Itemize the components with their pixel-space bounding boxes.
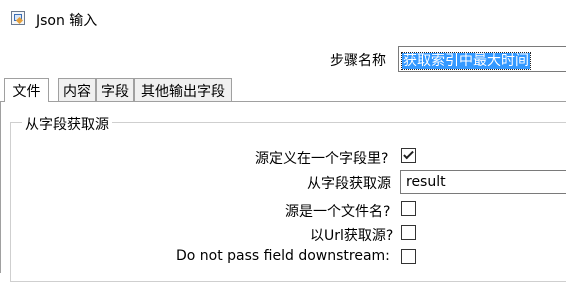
source-is-filename-label: 源是一个文件名?: [285, 204, 391, 220]
do-not-pass-field-checkbox[interactable]: [401, 249, 416, 264]
source-field-input[interactable]: result: [400, 170, 566, 194]
step-name-input[interactable]: 获取索引中最大时间: [398, 46, 566, 72]
do-not-pass-field-label: Do not pass field downstream:: [176, 248, 390, 264]
tab-additional-output-fields[interactable]: 其他输出字段: [134, 78, 232, 101]
tab-fields[interactable]: 字段: [96, 78, 134, 101]
tab-file-label: 文件: [12, 84, 41, 100]
group-title: 从字段获取源: [22, 114, 112, 134]
step-name-value: 获取索引中最大时间: [401, 52, 531, 70]
source-in-field-label: 源定义在一个字段里?: [255, 151, 389, 167]
tab-file[interactable]: 文件: [4, 78, 49, 102]
tab-strip: 文件 内容 字段 其他输出字段: [0, 78, 566, 102]
tab-additional-output-fields-label: 其他输出字段: [141, 84, 225, 100]
tab-content-label: 内容: [63, 84, 91, 100]
tab-content[interactable]: 内容: [58, 78, 96, 101]
json-input-step-icon: [11, 11, 25, 25]
source-from-url-checkbox[interactable]: [401, 225, 416, 240]
tab-fields-label: 字段: [101, 84, 129, 100]
source-field-value: result: [406, 174, 446, 190]
checkmark-icon: [403, 148, 414, 160]
window-title: Json 输入: [36, 13, 98, 29]
title-bar: Json 输入: [0, 0, 566, 36]
source-is-filename-checkbox[interactable]: [401, 201, 416, 216]
source-field-label: 从字段获取源: [307, 176, 391, 192]
source-from-url-label: 以Url获取源?: [310, 228, 394, 244]
step-name-label: 步骤名称: [330, 53, 386, 69]
source-in-field-checkbox[interactable]: [401, 148, 416, 163]
